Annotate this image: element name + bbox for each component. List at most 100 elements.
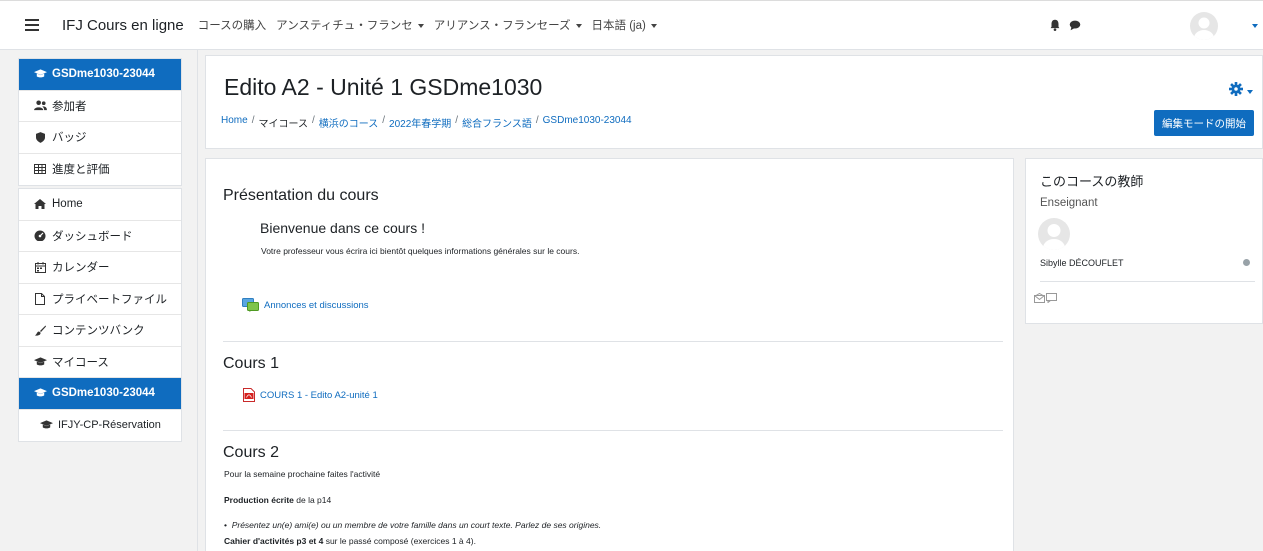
teacher-name[interactable]: Sibylle DÉCOUFLET — [1040, 258, 1124, 268]
section-presentation: Présentation du cours — [223, 187, 1003, 205]
section-cours-1: Cours 1 — [223, 355, 1003, 373]
pdf-file-icon — [243, 388, 255, 402]
graduation-cap-icon — [33, 388, 47, 398]
drawer-item-label: Home — [52, 198, 83, 211]
contact-actions — [1034, 293, 1057, 303]
section-title: Présentation du cours — [223, 187, 379, 204]
drawer-item-label: 参加者 — [52, 100, 87, 113]
breadcrumb-category[interactable]: 総合フランス語 — [462, 115, 532, 130]
drawer-item-private-files[interactable]: プライベートファイル — [19, 284, 181, 315]
message-icon[interactable] — [1046, 293, 1057, 303]
language-menu[interactable]: 日本語 (ja) — [592, 17, 657, 33]
drawer-item-label: バッジ — [52, 132, 87, 145]
custom-menu: コースの購入 アンスティチュ・フランセ アリアンス・フランセーズ 日本語 (ja… — [198, 17, 657, 33]
site-brand[interactable]: IFJ Cours en ligne — [62, 17, 184, 34]
summary-bullet: • Présentez un(e) ami(e) ou un membre de… — [224, 520, 601, 530]
drawer-item-label: マイコース — [52, 356, 109, 369]
drawer-item-home[interactable]: Home — [19, 189, 181, 221]
graduation-cap-icon — [33, 357, 47, 367]
shield-icon — [33, 131, 47, 143]
nav-item-institut-francais[interactable]: アンスティチュ・フランセ — [276, 17, 424, 33]
menu-toggle-button[interactable] — [20, 13, 44, 37]
drawer-item-label: GSDme1030-23044 — [52, 387, 155, 400]
drawer-item-content-bank[interactable]: コンテンツバンク — [19, 315, 181, 347]
summary-rest: sur le passé composé (exercices 1 à 4). — [323, 536, 476, 546]
activity-link[interactable]: Annonces et discussions — [264, 300, 369, 311]
graduation-cap-icon — [39, 420, 53, 430]
breadcrumb: Home / マイコース / 横浜のコース / 2022年春学期 / 総合フラン… — [221, 115, 632, 130]
breadcrumb-my-courses: マイコース — [258, 119, 308, 130]
chevron-down-icon — [417, 23, 424, 28]
summary-text: Production écrite de la p14 — [224, 495, 331, 505]
drawer-item-label: IFJY-CP-Réservation — [58, 419, 161, 432]
brush-icon — [33, 325, 47, 336]
welcome-text: Votre professeur vous écrira ici bientôt… — [261, 246, 580, 256]
graduation-cap-icon — [33, 69, 47, 79]
user-avatar[interactable] — [1190, 12, 1218, 40]
users-icon — [33, 100, 47, 111]
chevron-down-icon[interactable] — [1247, 90, 1253, 94]
activity-link[interactable]: COURS 1 - Edito A2-unité 1 — [260, 390, 378, 401]
teacher-avatar[interactable] — [1038, 218, 1070, 250]
left-drawer: GSDme1030-23044 参加者 バッジ 進度と評価 Home ダッシュボ… — [0, 50, 198, 551]
block-divider — [1040, 281, 1255, 282]
gear-icon[interactable] — [1229, 82, 1243, 96]
nav-item-course-purchase[interactable]: コースの購入 — [198, 17, 266, 33]
drawer-item-label: カレンダー — [52, 262, 110, 275]
bullet-text: Présentez un(e) ami(e) ou un membre de v… — [231, 520, 602, 530]
course-content: Présentation du cours Bienvenue dans ce … — [205, 158, 1014, 551]
drawer-item-current-course[interactable]: GSDme1030-23044 — [19, 378, 181, 410]
calendar-icon — [33, 261, 47, 273]
user-menu-chevron-icon[interactable] — [1252, 24, 1258, 28]
site-nav-group: Home ダッシュボード カレンダー プライベートファイル コンテンツバンク マ… — [18, 188, 182, 442]
activity-resource-pdf[interactable]: COURS 1 - Edito A2-unité 1 — [243, 388, 378, 402]
drawer-item-my-courses[interactable]: マイコース — [19, 347, 181, 378]
welcome-heading: Bienvenue dans ce cours ! — [260, 220, 425, 236]
nav-item-alliance-francaise[interactable]: アリアンス・フランセーズ — [434, 17, 582, 33]
drawer-item-course[interactable]: GSDme1030-23044 — [19, 59, 181, 91]
breadcrumb-separator: / — [251, 115, 255, 126]
summary-text: Pour la semaine prochaine faites l'activ… — [224, 469, 381, 479]
block-title: このコースの教師 — [1040, 174, 1144, 189]
bullet-dot: • — [224, 520, 232, 530]
section-title: Cours 1 — [223, 355, 280, 372]
chevron-down-icon — [575, 23, 582, 28]
section-divider — [223, 341, 1003, 342]
page-header: Edito A2 - Unité 1 GSDme1030 Home / マイコー… — [205, 55, 1263, 149]
dashboard-icon — [33, 230, 47, 242]
breadcrumb-yokohama[interactable]: 横浜のコース — [319, 115, 379, 130]
drawer-item-participants[interactable]: 参加者 — [19, 91, 181, 122]
edit-mode-button[interactable]: 編集モードの開始 — [1154, 110, 1254, 136]
drawer-item-grades[interactable]: 進度と評価 — [19, 154, 181, 186]
summary-text: Cahier d'activités p3 et 4 sur le passé … — [224, 536, 476, 546]
chevron-down-icon — [650, 23, 657, 28]
summary-bold: Production écrite — [224, 495, 294, 505]
drawer-item-label: ダッシュボード — [52, 230, 133, 243]
drawer-item-calendar[interactable]: カレンダー — [19, 252, 181, 284]
breadcrumb-home[interactable]: Home — [221, 115, 248, 130]
home-icon — [33, 199, 47, 210]
envelope-icon[interactable] — [1034, 293, 1045, 303]
activity-forum[interactable]: Annonces et discussions — [242, 298, 369, 312]
breadcrumb-separator: / — [455, 115, 459, 126]
breadcrumb-term[interactable]: 2022年春学期 — [389, 115, 451, 130]
drawer-item-badges[interactable]: バッジ — [19, 122, 181, 154]
drawer-item-dashboard[interactable]: ダッシュボード — [19, 221, 181, 252]
breadcrumb-course[interactable]: GSDme1030-23044 — [543, 115, 632, 130]
file-icon — [33, 292, 47, 305]
top-navbar: IFJ Cours en ligne コースの購入 アンスティチュ・フランセ ア… — [0, 0, 1263, 50]
chat-icon[interactable] — [1068, 18, 1082, 32]
drawer-item-label: コンテンツバンク — [52, 325, 145, 338]
table-icon — [33, 164, 47, 175]
breadcrumb-separator: / — [535, 115, 539, 126]
bell-icon[interactable] — [1048, 18, 1062, 32]
breadcrumb-separator: / — [311, 115, 315, 126]
offline-status-icon — [1243, 259, 1250, 266]
drawer-item-label: GSDme1030-23044 — [52, 68, 155, 81]
course-contacts-block: このコースの教師 Enseignant Sibylle DÉCOUFLET — [1025, 158, 1263, 324]
drawer-item-label: プライベートファイル — [52, 293, 167, 306]
page-title: Edito A2 - Unité 1 GSDme1030 — [224, 74, 543, 100]
breadcrumb-separator: / — [382, 115, 386, 126]
drawer-item-reservation[interactable]: IFJY-CP-Réservation — [19, 410, 181, 442]
teacher-role: Enseignant — [1040, 197, 1098, 209]
